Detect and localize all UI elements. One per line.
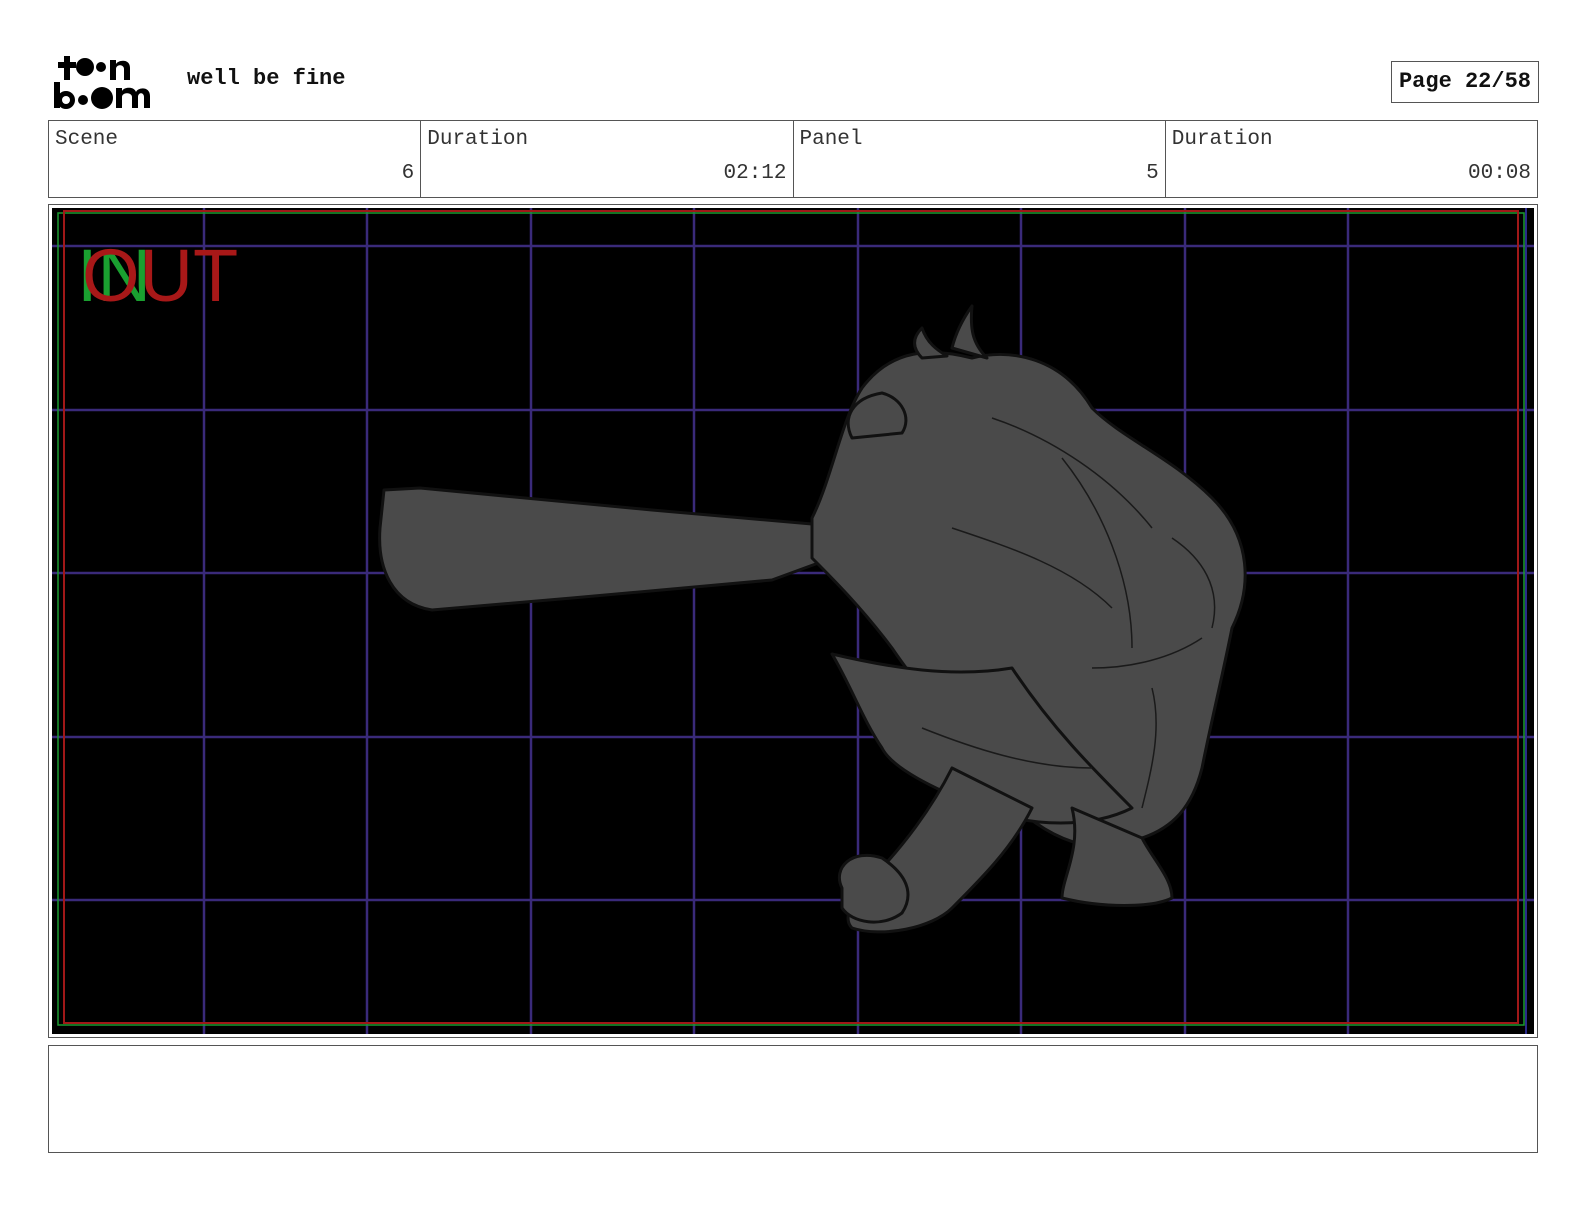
page-indicator: Page 22/58 [1390, 61, 1539, 103]
panel-duration-label: Duration [1171, 128, 1273, 151]
panel-image: IN OUT [52, 208, 1534, 1034]
panel-info-table: Scene 6 Duration 02:12 Panel 5 Duration … [48, 120, 1538, 198]
panel-cell: Panel 5 [794, 121, 1166, 197]
scene-duration-value: 02:12 [723, 162, 787, 185]
toon-boom-logo [52, 50, 164, 112]
project-title: well be fine [187, 66, 346, 91]
panel-notes [48, 1045, 1538, 1153]
panel-duration-cell: Duration 00:08 [1166, 121, 1537, 197]
scene-duration-label: Duration [427, 128, 529, 151]
scene-cell: Scene 6 [49, 121, 422, 197]
scene-value: 6 [401, 162, 415, 185]
panel-value: 5 [1146, 162, 1159, 185]
out-marker: OUT [82, 234, 238, 317]
panel-label: Panel [799, 128, 863, 151]
scene-duration-cell: Duration 02:12 [421, 121, 794, 197]
scene-label: Scene [55, 128, 119, 151]
panel-frame: IN OUT [48, 204, 1538, 1038]
panel-duration-value: 00:08 [1467, 162, 1531, 185]
